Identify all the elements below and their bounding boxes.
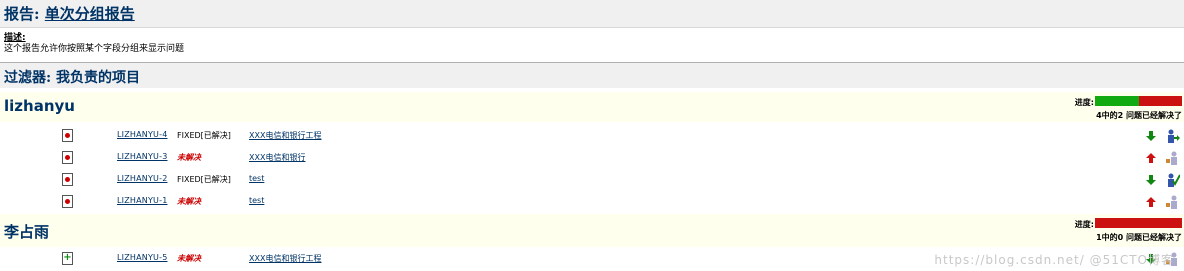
filter-header: 过滤器: 我负责的项目 bbox=[0, 62, 1184, 88]
priority-up-arrow-icon bbox=[1146, 153, 1156, 163]
issue-resolution: 未解决 bbox=[177, 254, 201, 263]
user-check-icon[interactable] bbox=[1166, 173, 1180, 187]
group-name: lizhanyu bbox=[4, 97, 75, 115]
progress-text: 1中的0 问题已经解决了 bbox=[1096, 233, 1182, 242]
report-title-label: 报告: bbox=[4, 5, 40, 23]
new-feature-icon: + bbox=[62, 252, 73, 265]
progress-bar bbox=[1095, 96, 1182, 106]
progress-label: 进度: bbox=[1074, 98, 1094, 107]
issue-key-link[interactable]: LIZHANYU-5 bbox=[117, 253, 168, 262]
report-header: 报告: 单次分组报告 bbox=[0, 0, 1184, 28]
user-assign-icon[interactable] bbox=[1166, 195, 1180, 209]
bug-icon bbox=[62, 173, 73, 186]
issue-summary-link[interactable]: test bbox=[249, 196, 264, 205]
issue-summary-link[interactable]: XXX电信和银行工程 bbox=[249, 130, 321, 141]
issue-key-link[interactable]: LIZHANYU-2 bbox=[117, 174, 168, 183]
bug-icon bbox=[62, 129, 73, 142]
user-arrow-icon[interactable] bbox=[1166, 129, 1180, 143]
issue-resolution: 未解决 bbox=[177, 197, 201, 206]
group-name: 李占雨 bbox=[4, 223, 50, 241]
issue-resolution: FIXED[已解决] bbox=[177, 175, 231, 184]
group-header: lizhanyu 进度: 4中的2 问题已经解决了 bbox=[0, 92, 1184, 122]
issue-row: LIZHANYU-4 FIXED[已解决] XXX电信和银行工程 bbox=[0, 126, 1184, 148]
progress-bar bbox=[1095, 218, 1182, 228]
description-text: 这个报告允许你按照某个字段分组来显示问题 bbox=[4, 44, 185, 54]
user-assign-icon[interactable] bbox=[1166, 151, 1180, 165]
priority-down-arrow-icon bbox=[1146, 131, 1156, 141]
issue-resolution: 未解决 bbox=[177, 153, 201, 162]
issue-row: LIZHANYU-2 FIXED[已解决] test bbox=[0, 170, 1184, 192]
issue-summary-link[interactable]: test bbox=[249, 174, 264, 183]
watermark: https://blog.csdn.net/ @51CTO博客 bbox=[934, 253, 1174, 267]
filter-name: 我负责的项目 bbox=[56, 70, 141, 86]
report-title: 报告: 单次分组报告 bbox=[4, 3, 135, 24]
filter-label: 过滤器: bbox=[4, 70, 52, 86]
priority-up-arrow-icon bbox=[1146, 197, 1156, 207]
report-name-link[interactable]: 单次分组报告 bbox=[45, 5, 135, 23]
issue-summary-link[interactable]: XXX电信和银行 bbox=[249, 152, 305, 163]
bug-icon bbox=[62, 195, 73, 208]
issue-key-link[interactable]: LIZHANYU-1 bbox=[117, 196, 168, 205]
filter-title: 过滤器: 我负责的项目 bbox=[4, 67, 140, 87]
progress-unresolved-fill bbox=[1138, 96, 1182, 106]
issue-resolution: FIXED[已解决] bbox=[177, 131, 231, 140]
issue-row: LIZHANYU-1 未解决 test bbox=[0, 192, 1184, 214]
description-label: 描述: bbox=[4, 33, 26, 43]
issue-key-link[interactable]: LIZHANYU-3 bbox=[117, 152, 168, 161]
progress-label: 进度: bbox=[1074, 220, 1094, 229]
group-header: 李占雨 进度: 1中的0 问题已经解决了 bbox=[0, 214, 1184, 247]
issue-summary-link[interactable]: XXX电信和银行工程 bbox=[249, 253, 321, 264]
report-description: 描述: 这个报告允许你按照某个字段分组来显示问题 bbox=[0, 30, 1184, 60]
priority-down-arrow-icon bbox=[1146, 175, 1156, 185]
progress-unresolved-fill bbox=[1095, 218, 1182, 228]
issue-row: LIZHANYU-3 未解决 XXX电信和银行 bbox=[0, 148, 1184, 170]
bug-icon bbox=[62, 151, 73, 164]
progress-resolved-fill bbox=[1095, 96, 1139, 106]
progress-text: 4中的2 问题已经解决了 bbox=[1096, 111, 1182, 120]
issue-key-link[interactable]: LIZHANYU-4 bbox=[117, 130, 168, 139]
